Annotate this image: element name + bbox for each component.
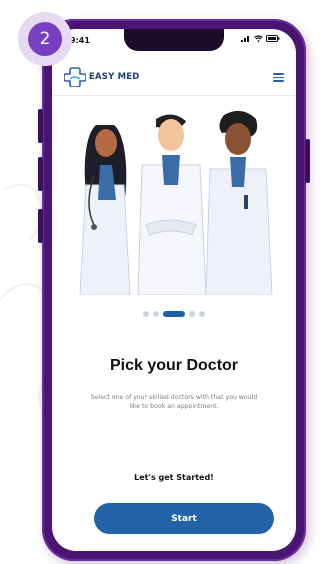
step-number: 2	[28, 22, 62, 56]
app-screen: 9:41 EASY MED Pick your Doctor Select on…	[52, 29, 296, 551]
carousel-indicator	[52, 311, 296, 317]
wifi-icon	[254, 35, 263, 42]
carousel-dot-active[interactable]	[163, 311, 185, 317]
phone-side-button	[38, 157, 43, 191]
phone-side-button	[38, 109, 43, 143]
carousel-dot[interactable]	[143, 311, 149, 317]
phone-notch	[124, 29, 224, 51]
phone-side-button	[38, 209, 43, 243]
onboarding-title: Pick your Doctor	[109, 357, 239, 374]
doctors-illustration	[79, 110, 273, 295]
phone-power-button	[305, 139, 310, 183]
step-badge: 2	[18, 12, 72, 66]
phone-frame: 9:41 EASY MED Pick your Doctor Select on…	[38, 19, 310, 561]
onboarding-subtitle: Select one of your skilled doctors with …	[90, 394, 258, 410]
medical-cross-logo-icon	[64, 67, 86, 87]
carousel-dot[interactable]	[189, 311, 195, 317]
status-time: 9:41	[70, 36, 90, 45]
app-logo[interactable]: EASY MED	[64, 67, 140, 87]
battery-icon	[266, 35, 280, 42]
app-header: EASY MED	[52, 61, 296, 96]
status-icons	[241, 35, 280, 42]
carousel-dot[interactable]	[153, 311, 159, 317]
cta-label: Let's get Started!	[134, 473, 214, 482]
hamburger-menu-icon[interactable]	[273, 73, 284, 82]
carousel-dot[interactable]	[199, 311, 205, 317]
signal-icon	[241, 36, 249, 42]
logo-text: EASY MED	[89, 72, 140, 82]
start-button[interactable]: Start	[94, 503, 274, 534]
